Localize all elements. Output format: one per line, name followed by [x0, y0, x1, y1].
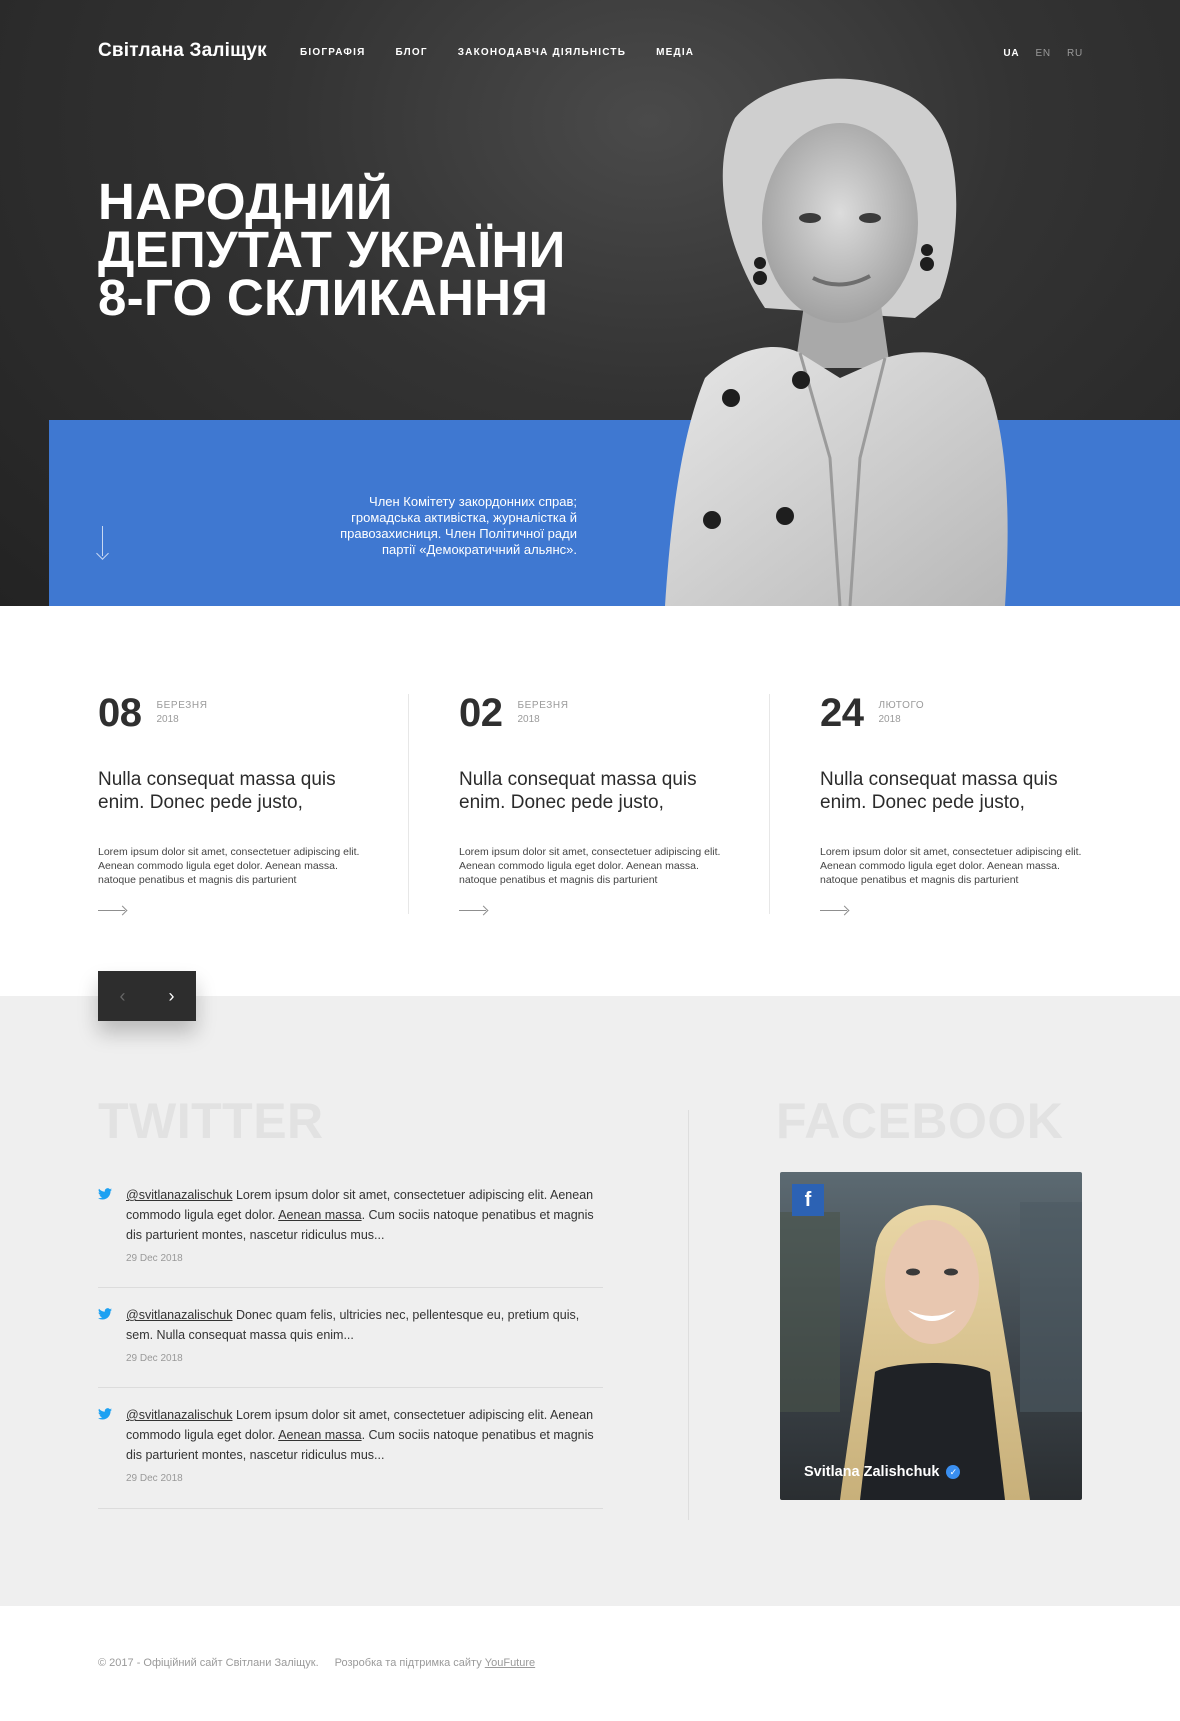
- tweet-item[interactable]: @svitlanazalischuk Lorem ipsum dolor sit…: [98, 1185, 603, 1288]
- hero-title-line: ДЕПУТАТ УКРАЇНИ: [98, 221, 566, 278]
- footer-dev-link[interactable]: YouFuture: [485, 1657, 535, 1669]
- news-slider-controls: ‹ ›: [98, 971, 196, 1021]
- footer-copyright: © 2017 - Офіційний сайт Світлани Заліщук…: [98, 1657, 319, 1669]
- news-title[interactable]: Nulla consequat massa quis enim. Donec p…: [459, 768, 729, 814]
- nav-blog[interactable]: БЛОГ: [395, 47, 427, 58]
- arrow-down-icon[interactable]: [96, 526, 110, 560]
- tweet-item[interactable]: @svitlanazalischuk Lorem ipsum dolor sit…: [98, 1388, 603, 1509]
- news-title[interactable]: Nulla consequat massa quis enim. Donec p…: [820, 768, 1090, 814]
- portrait-photo: [665, 78, 1008, 606]
- news-year: 2018: [156, 714, 179, 725]
- footer: © 2017 - Офіційний сайт Світлани Заліщук…: [98, 1657, 535, 1669]
- language-switcher: UA EN RU: [1003, 48, 1083, 59]
- news-date: 08 БЕРЕЗНЯ 2018: [98, 691, 419, 735]
- facebook-profile-card[interactable]: f Svitlana Zalishchuk ✓: [780, 1172, 1082, 1500]
- arrow-right-icon[interactable]: [98, 906, 128, 916]
- tweet-item[interactable]: @svitlanazalischuk Donec quam felis, ult…: [98, 1288, 603, 1388]
- tweet-handle-link[interactable]: @svitlanazalischuk: [126, 1408, 232, 1422]
- tweet-date: 29 Dec 2018: [126, 1253, 183, 1264]
- news-month: БЕРЕЗНЯ: [517, 700, 569, 711]
- tweet-handle-link[interactable]: @svitlanazalischuk: [126, 1188, 232, 1202]
- main-nav: БІОГРАФІЯ БЛОГ ЗАКОНОДАВЧА ДІЯЛЬНІСТЬ МЕ…: [300, 47, 694, 58]
- facebook-logo-icon[interactable]: f: [792, 1184, 824, 1216]
- news-excerpt: Lorem ipsum dolor sit amet, consectetuer…: [98, 846, 360, 886]
- tweet-date: 29 Dec 2018: [126, 1473, 183, 1484]
- hero-title-line: 8-ГО СКЛИКАННЯ: [98, 269, 549, 326]
- arrow-right-icon[interactable]: [459, 906, 489, 916]
- twitter-bird-icon: [98, 1308, 112, 1320]
- lang-ua[interactable]: UA: [1003, 48, 1019, 59]
- arrow-right-icon[interactable]: [820, 906, 850, 916]
- twitter-bird-icon: [98, 1188, 112, 1200]
- footer-dev-credit: Розробка та підтримка сайту YouFuture: [335, 1657, 536, 1669]
- hero-section: Світлана Заліщук БІОГРАФІЯ БЛОГ ЗАКОНОДА…: [0, 0, 1180, 606]
- news-date: 24 ЛЮТОГО 2018: [820, 691, 1048, 735]
- news-month: БЕРЕЗНЯ: [156, 700, 208, 711]
- facebook-name-text: Svitlana Zalishchuk: [804, 1464, 940, 1480]
- news-day: 02: [459, 691, 503, 735]
- news-excerpt: Lorem ipsum dolor sit amet, consectetuer…: [820, 846, 1082, 886]
- news-divider: [408, 694, 409, 914]
- news-day: 08: [98, 691, 142, 735]
- news-month: ЛЮТОГО: [878, 700, 925, 711]
- news-excerpt: Lorem ipsum dolor sit amet, consectetuer…: [459, 846, 721, 886]
- site-brand[interactable]: Світлана Заліщук: [98, 40, 267, 62]
- hero-description: Член Комітету закордонних справ; громадс…: [340, 494, 577, 557]
- nav-biography[interactable]: БІОГРАФІЯ: [300, 47, 365, 58]
- tweet-inline-link[interactable]: Aenean massa: [278, 1428, 361, 1442]
- tweet-text: @svitlanazalischuk Lorem ipsum dolor sit…: [126, 1405, 603, 1465]
- news-day: 24: [820, 691, 864, 735]
- tweet-text: @svitlanazalischuk Lorem ipsum dolor sit…: [126, 1185, 603, 1245]
- tweet-inline-link[interactable]: Aenean massa: [278, 1208, 361, 1222]
- verified-icon: ✓: [946, 1465, 961, 1479]
- news-card[interactable]: 24 ЛЮТОГО 2018 Nulla consequat massa qui…: [820, 691, 1090, 916]
- hero-title: НАРОДНИЙ ДЕПУТАТ УКРАЇНИ 8-ГО СКЛИКАННЯ: [98, 173, 658, 326]
- twitter-feed: @svitlanazalischuk Lorem ipsum dolor sit…: [98, 1185, 603, 1509]
- footer-dev-text: Розробка та підтримка сайту: [334, 1657, 482, 1669]
- lang-ru[interactable]: RU: [1067, 48, 1083, 59]
- twitter-section-title: TWITTER: [98, 1093, 324, 1149]
- slider-prev-button[interactable]: ‹: [98, 971, 147, 1021]
- social-column-divider: [688, 1110, 689, 1520]
- slider-next-button[interactable]: ›: [147, 971, 196, 1021]
- facebook-profile-photo: [780, 1172, 1082, 1500]
- tweet-handle-link[interactable]: @svitlanazalischuk: [126, 1308, 232, 1322]
- news-card[interactable]: 08 БЕРЕЗНЯ 2018 Nulla consequat massa qu…: [98, 691, 459, 916]
- news-year: 2018: [878, 714, 901, 725]
- tweet-date: 29 Dec 2018: [126, 1353, 183, 1364]
- facebook-profile-name[interactable]: Svitlana Zalishchuk ✓: [804, 1464, 961, 1480]
- tweet-text: @svitlanazalischuk Donec quam felis, ult…: [126, 1305, 603, 1345]
- nav-legislation[interactable]: ЗАКОНОДАВЧА ДІЯЛЬНІСТЬ: [458, 47, 626, 58]
- twitter-bird-icon: [98, 1408, 112, 1420]
- news-card[interactable]: 02 БЕРЕЗНЯ 2018 Nulla consequat massa qu…: [459, 691, 820, 916]
- facebook-section-title: FACEBOOK: [776, 1093, 1064, 1149]
- hero-title-line: НАРОДНИЙ: [98, 173, 393, 230]
- lang-en[interactable]: EN: [1035, 48, 1051, 59]
- news-year: 2018: [517, 714, 540, 725]
- news-title[interactable]: Nulla consequat massa quis enim. Donec p…: [98, 768, 368, 814]
- news-divider: [769, 694, 770, 914]
- news-section: 08 БЕРЕЗНЯ 2018 Nulla consequat massa qu…: [98, 691, 1090, 916]
- nav-media[interactable]: МЕДІА: [656, 47, 694, 58]
- news-date: 02 БЕРЕЗНЯ 2018: [459, 691, 780, 735]
